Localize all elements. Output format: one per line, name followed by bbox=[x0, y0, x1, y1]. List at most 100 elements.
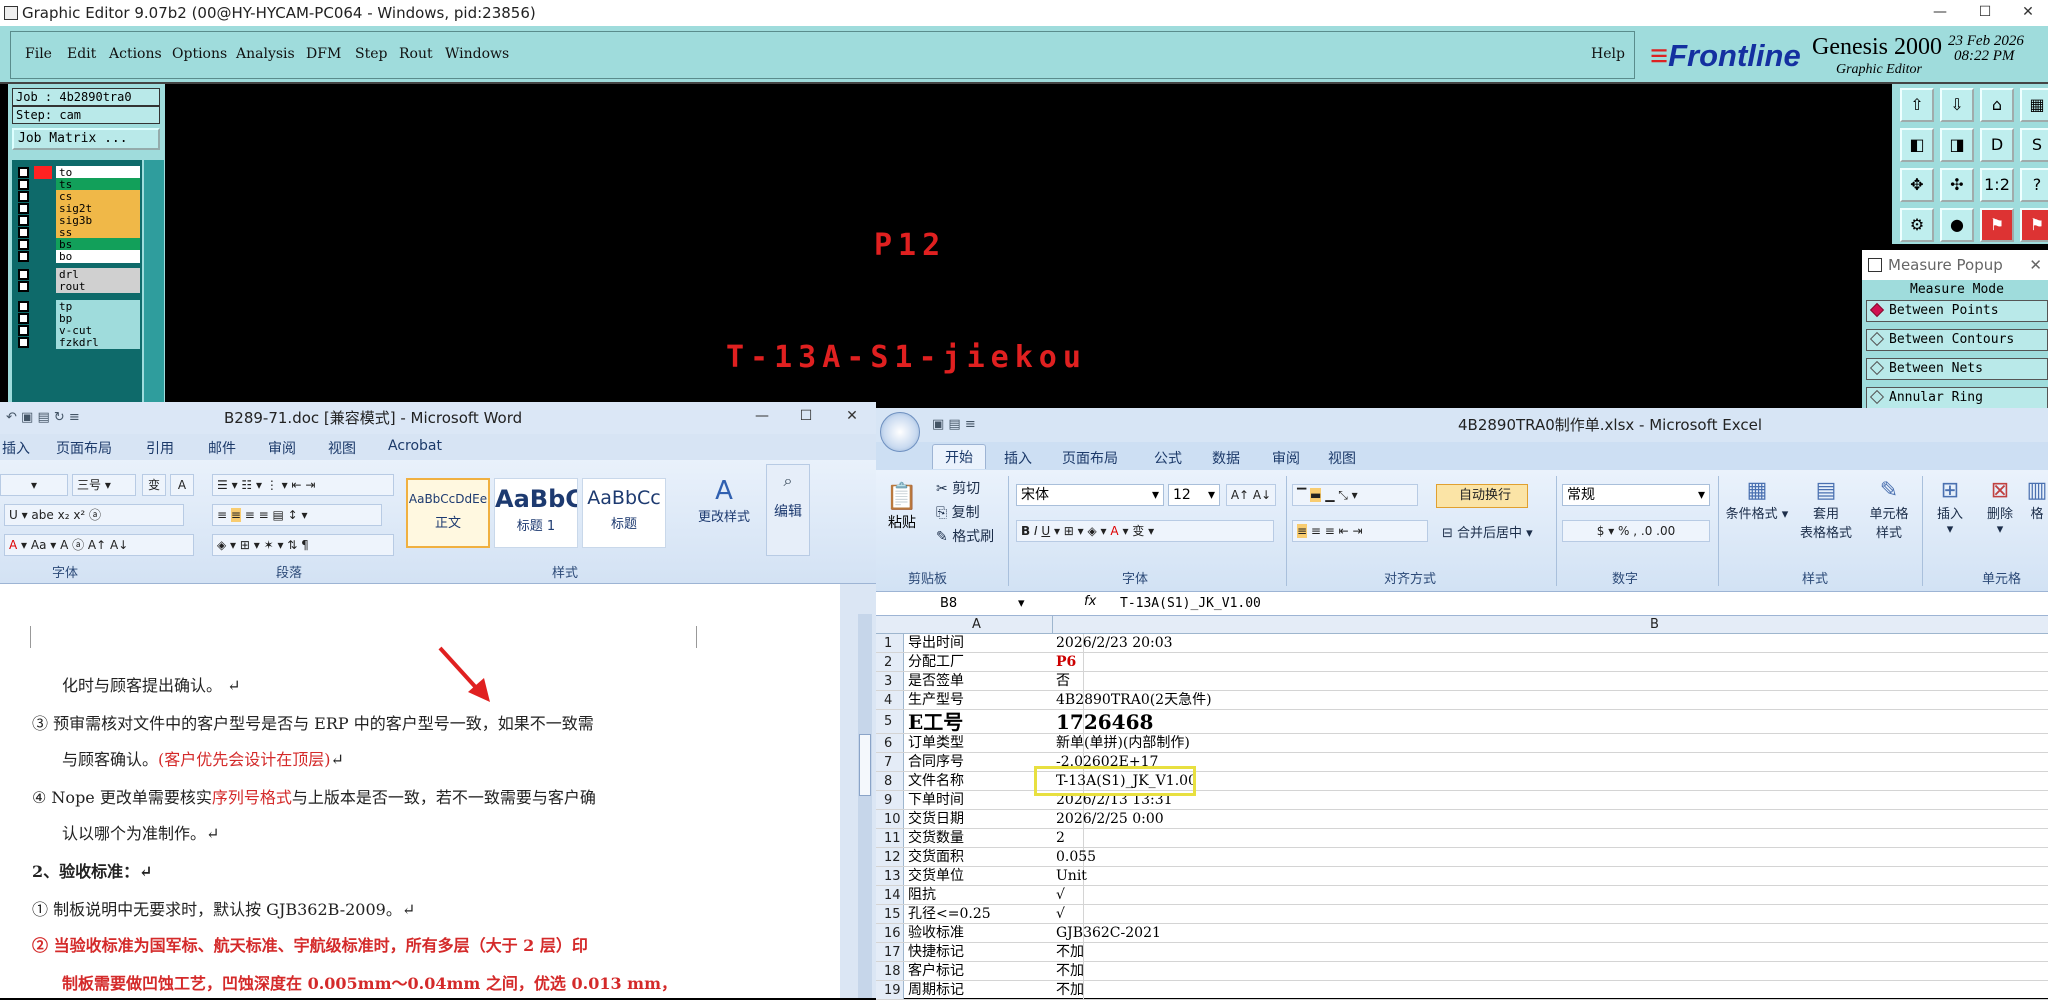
table-row[interactable]: 17 快捷标记 不加 bbox=[876, 943, 2048, 962]
tab-references[interactable]: 引用 bbox=[146, 438, 174, 458]
format-as-table-button[interactable]: ▤ 套用 表格格式 bbox=[1790, 478, 1862, 541]
table-row[interactable]: 15 孔径<=0.25 √ bbox=[876, 905, 2048, 924]
phonetic-icon[interactable]: 变 bbox=[142, 474, 166, 496]
layer-checkbox[interactable] bbox=[18, 301, 29, 312]
maximize-icon[interactable]: ☐ bbox=[786, 402, 826, 430]
menu-rout[interactable]: Rout bbox=[399, 46, 433, 62]
table-row[interactable]: 5 E工号 1726468 bbox=[876, 710, 2048, 734]
layer-checkbox[interactable] bbox=[18, 203, 29, 214]
genesis-tool-icon[interactable]: ⚑ bbox=[1980, 208, 2014, 242]
cell-b[interactable]: 2 bbox=[1054, 829, 2044, 847]
row-number[interactable]: 12 bbox=[876, 848, 904, 866]
cell-b[interactable]: -2.02602E+17 bbox=[1054, 753, 2044, 771]
cell-b[interactable]: 0.055 bbox=[1054, 848, 2044, 866]
cell-b[interactable]: 2026/2/25 0:00 bbox=[1054, 810, 2044, 828]
row-number[interactable]: 9 bbox=[876, 791, 904, 809]
cell-b[interactable]: 4B2890TRA0(2天急件) bbox=[1054, 691, 2044, 709]
scroll-thumb[interactable] bbox=[859, 734, 871, 796]
close-icon[interactable]: ✕ bbox=[832, 402, 872, 430]
table-row[interactable]: 2 分配工厂 P6 bbox=[876, 653, 2048, 672]
style-title[interactable]: AaBbCc 标题 bbox=[582, 478, 666, 548]
layer-checkbox[interactable] bbox=[18, 337, 29, 348]
measure-between-contours[interactable]: Between Contours bbox=[1866, 329, 2048, 351]
menu-options[interactable]: Options bbox=[172, 46, 227, 62]
row-number[interactable]: 4 bbox=[876, 691, 904, 709]
edit-button[interactable]: ⌕ 编辑 bbox=[766, 464, 810, 556]
row-number[interactable]: 11 bbox=[876, 829, 904, 847]
layer-checkbox[interactable] bbox=[18, 167, 29, 178]
cell-b[interactable]: 不加 bbox=[1054, 981, 2044, 999]
row-number[interactable]: 16 bbox=[876, 924, 904, 942]
style-heading-1[interactable]: AaBbC 标题 1 bbox=[494, 478, 578, 548]
insert-cells-button[interactable]: ⊞ 插入 ▾ bbox=[1928, 478, 1972, 537]
sheet-grid[interactable]: 1 导出时间 2026/2/23 20:03 2 分配工厂 P6 3 是否签单否 4 生产型号 4B… bbox=[876, 634, 2048, 1000]
menu-actions[interactable]: Actions bbox=[109, 46, 162, 62]
layer-checkbox[interactable] bbox=[18, 325, 29, 336]
cell-b[interactable]: GJB362C-2021 bbox=[1054, 924, 2044, 942]
word-scrollbar[interactable] bbox=[858, 614, 872, 998]
layer-checkbox[interactable] bbox=[18, 215, 29, 226]
column-a-header[interactable]: A bbox=[972, 617, 981, 632]
cut-button[interactable]: ✂ 剪切 bbox=[936, 478, 980, 498]
menu-file[interactable]: File bbox=[25, 46, 52, 62]
genesis-tool-icon[interactable]: ⇧ bbox=[1900, 88, 1934, 122]
job-matrix-button[interactable]: Job Matrix ... bbox=[12, 128, 160, 150]
genesis-tool-icon[interactable]: ✣ bbox=[1940, 168, 1974, 202]
row-number[interactable]: 7 bbox=[876, 753, 904, 771]
layer-checkbox[interactable] bbox=[18, 269, 29, 280]
tab-review[interactable]: 审阅 bbox=[268, 438, 296, 458]
measure-between-nets[interactable]: Between Nets bbox=[1866, 358, 2048, 380]
vertical-align-buttons[interactable]: ▔ ▬ ▁ ⤡ ▾ bbox=[1292, 484, 1418, 506]
table-row[interactable]: 13 交货单位 Unit bbox=[876, 867, 2048, 886]
change-styles-button[interactable]: A 更改样式 bbox=[696, 476, 752, 525]
cell-b[interactable]: 新单(单拼)(内部制作) bbox=[1054, 734, 2044, 752]
cell-styles-button[interactable]: ✎ 单元格 样式 bbox=[1858, 478, 1920, 541]
number-format-select[interactable]: 常规 ▾ bbox=[1562, 484, 1710, 506]
word-document[interactable]: 化时与顾客提出确认。 ↵ ③ 预审需核对文件中的客户型号是否与 ERP 中的客户… bbox=[0, 584, 840, 998]
table-row[interactable]: 14 阻抗 √ bbox=[876, 886, 2048, 905]
genesis-tool-icon[interactable]: ✥ bbox=[1900, 168, 1934, 202]
quick-access-icons[interactable]: ▣ ▤ ≡ bbox=[932, 408, 976, 442]
row-number[interactable]: 2 bbox=[876, 653, 904, 671]
layer-checkbox[interactable] bbox=[18, 281, 29, 292]
tab-acrobat[interactable]: Acrobat bbox=[388, 438, 442, 454]
layer-checkbox[interactable] bbox=[18, 313, 29, 324]
office-button[interactable] bbox=[880, 412, 920, 452]
row-number[interactable]: 14 bbox=[876, 886, 904, 904]
name-box[interactable]: B8 ▾ bbox=[882, 594, 1025, 614]
table-row[interactable]: 16 验收标准 GJB362C-2021 bbox=[876, 924, 2048, 943]
cell-b[interactable]: √ bbox=[1054, 905, 2044, 923]
font-name-select[interactable]: ▾ bbox=[0, 474, 68, 496]
table-row[interactable]: 18 客户标记 不加 bbox=[876, 962, 2048, 981]
formula-input[interactable]: T-13A(S1)_JK_V1.00 bbox=[1120, 594, 1261, 614]
list-buttons[interactable]: ☰ ▾ ☷ ▾ ⋮ ▾ ⇤ ⇥ bbox=[212, 474, 394, 496]
minimize-icon[interactable]: — bbox=[742, 402, 782, 430]
row-number[interactable]: 6 bbox=[876, 734, 904, 752]
char-border-icon[interactable]: A bbox=[170, 474, 194, 496]
genesis-tool-icon[interactable]: ● bbox=[1940, 208, 1974, 242]
menu-step[interactable]: Step bbox=[355, 46, 387, 62]
genesis-tool-icon[interactable]: ⚙ bbox=[1900, 208, 1934, 242]
tab-page-layout[interactable]: 页面布局 bbox=[56, 438, 112, 458]
font-color-buttons[interactable]: A ▾ Aa ▾ A ⓐ A↑ A↓ bbox=[4, 534, 194, 556]
table-row[interactable]: 3 是否签单否 bbox=[876, 672, 2048, 691]
measure-between-points[interactable]: Between Points bbox=[1866, 300, 2048, 322]
close-icon[interactable]: ✕ bbox=[2008, 0, 2048, 24]
layer-checkbox[interactable] bbox=[18, 191, 29, 202]
tab-insert[interactable]: 插入 bbox=[1004, 448, 1032, 468]
row-number[interactable]: 17 bbox=[876, 943, 904, 961]
layer-checkbox[interactable] bbox=[18, 239, 29, 250]
paste-button[interactable]: 📋 粘贴 bbox=[884, 482, 920, 532]
row-number[interactable]: 15 bbox=[876, 905, 904, 923]
menu-dfm[interactable]: DFM bbox=[306, 46, 341, 62]
menu-edit[interactable]: Edit bbox=[67, 46, 96, 62]
cell-b[interactable]: Unit bbox=[1054, 867, 2044, 885]
format-cells-button[interactable]: ▥ 格 bbox=[2026, 478, 2048, 522]
table-row[interactable]: 10 交货日期 2026/2/25 0:00 bbox=[876, 810, 2048, 829]
cell-b[interactable]: 不加 bbox=[1054, 962, 2044, 980]
font-size-select[interactable]: 12 ▾ bbox=[1168, 484, 1220, 506]
minimize-icon[interactable]: — bbox=[1920, 0, 1960, 24]
grow-shrink-font[interactable]: A↑ A↓ bbox=[1226, 484, 1276, 506]
genesis-tool-icon[interactable]: ▦ bbox=[2020, 88, 2048, 122]
fx-icon[interactable]: fx bbox=[1084, 594, 1096, 609]
